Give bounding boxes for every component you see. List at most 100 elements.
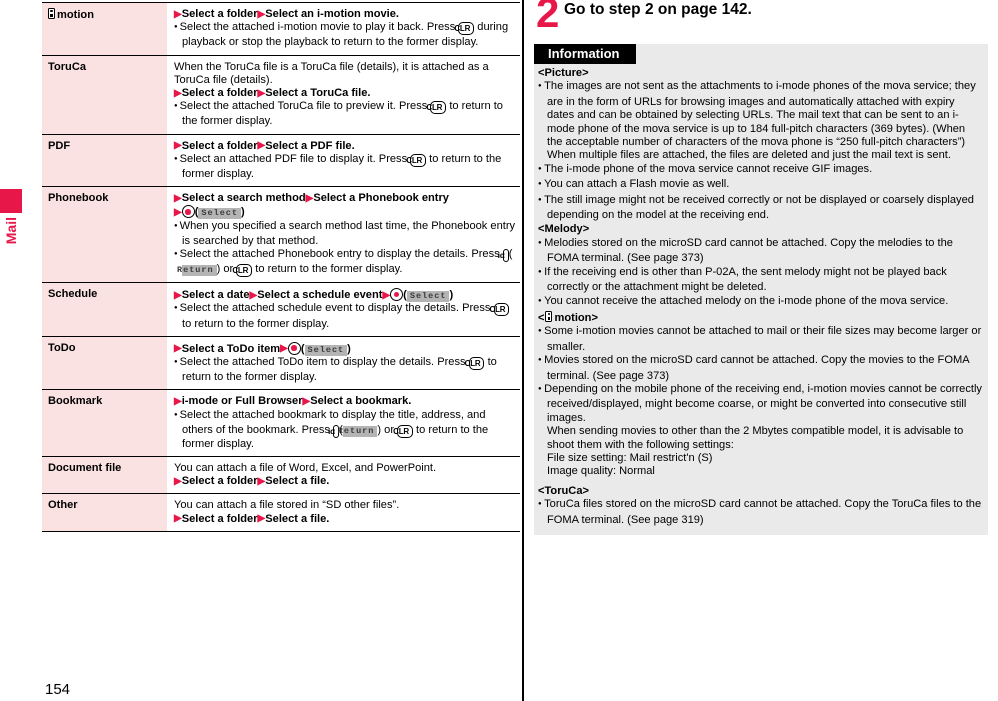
step-arrow-icon: ▶ — [174, 192, 182, 204]
info-section-title: <Melody> — [538, 223, 590, 236]
softkey-label: Return — [338, 425, 378, 437]
operation-steps-key: ▶(Select) — [174, 205, 245, 220]
table-row: Other You can attach a file stored in “SD… — [42, 493, 520, 532]
step-arrow-icon: ▶ — [249, 289, 258, 301]
operation-steps: ▶Select a date▶Select a schedule event▶(… — [174, 288, 454, 303]
attachment-type-description: You can attach a file stored in “SD othe… — [167, 493, 520, 532]
attachment-type-description: ▶Select a search method▶Select a Phonebo… — [167, 186, 520, 283]
step-arrow-icon: ▶ — [280, 343, 288, 355]
attachment-type-name: Document file — [42, 456, 167, 494]
info-section-title: <Picture> — [538, 67, 589, 79]
info-bullet: Movies stored on the microSD card cannot… — [538, 354, 982, 383]
softkey-label: Select — [406, 291, 450, 303]
step-arrow-icon: ▶ — [174, 513, 182, 525]
operation-steps: ▶Select a folder▶Select a ToruCa file. — [174, 87, 371, 100]
table-row: Phonebook ▶Select a search method▶Select … — [42, 186, 520, 283]
note-bullet: Select the attached i-motion movie to pl… — [174, 21, 516, 49]
step-arrow-icon: ▶ — [174, 395, 182, 407]
i-motion-icon — [545, 310, 553, 322]
column-divider — [522, 0, 524, 701]
table-row: Document file You can attach a file of Wo… — [42, 456, 520, 494]
info-bullet: The i-mode phone of the mova service can… — [538, 163, 982, 178]
attachment-type-name: Other — [42, 493, 167, 532]
softkey-label: Return — [177, 265, 217, 277]
note-bullet: Select an attached PDF file to display i… — [174, 153, 516, 181]
note-bullet: Select the attached schedule event to di… — [174, 302, 516, 330]
info-section-title: <ToruCa> — [538, 484, 589, 497]
info-bullet: You cannot receive the attached melody o… — [538, 295, 982, 310]
operation-steps: ▶Select a search method▶Select a Phonebo… — [174, 192, 449, 205]
info-bullet: Depending on the mobile phone of the rec… — [538, 383, 982, 425]
operation-steps: ▶Select a folder▶Select a file. — [174, 512, 330, 525]
clr-key-icon: CLR — [454, 22, 475, 36]
info-bullet: Some i-motion movies cannot be attached … — [538, 325, 982, 354]
info-continuation: Image quality: Normal — [547, 465, 655, 478]
step-number: 2 — [536, 0, 560, 36]
note-bullet: When you specified a search method last … — [174, 220, 516, 248]
right-column: 2 Go to step 2 on page 142. — [536, 0, 988, 42]
operation-steps: ▶Select a folder▶Select an i-motion movi… — [174, 8, 400, 20]
attachment-type-description: ▶Select a folder▶Select a PDF file.Selec… — [167, 133, 520, 187]
attachment-type-description: ▶Select a date▶Select a schedule event▶(… — [167, 282, 520, 337]
table-row: motion ▶Select a folder▶Select an i-motio… — [42, 2, 520, 56]
step-arrow-icon: ▶ — [382, 289, 391, 301]
attachment-type-name: PDF — [42, 133, 167, 187]
step-title: Go to step 2 on page 142. — [564, 1, 752, 18]
table-row: Bookmark ▶i-mode or Full Browser▶Select a… — [42, 389, 520, 457]
step-arrow-icon: ▶ — [305, 192, 314, 204]
step-heading: 2 Go to step 2 on page 142. — [536, 0, 988, 42]
attachment-type-name: ToDo — [42, 335, 167, 390]
description-text: When the ToruCa file is a ToruCa file (d… — [174, 60, 489, 86]
info-continuation: File size setting: Mail restrict'n (S) — [547, 451, 713, 464]
step-arrow-icon: ▶ — [257, 475, 266, 487]
info-continuation: When multiple files are attached, the fi… — [547, 149, 951, 162]
step-arrow-icon: ▶ — [174, 206, 182, 218]
side-tab-label: Mail — [3, 217, 19, 245]
attachment-type-name: motion — [42, 2, 167, 56]
step-arrow-icon: ▶ — [257, 513, 266, 525]
operation-steps: ▶Select a ToDo item▶(Select) — [174, 341, 351, 356]
clr-key-icon: CLR — [406, 153, 427, 167]
information-header: Information — [534, 44, 636, 64]
info-bullet: You can attach a Flash movie as well. — [538, 178, 982, 193]
step-arrow-icon: ▶ — [302, 395, 311, 407]
center-select-key-icon — [390, 288, 404, 302]
attachment-types-table: motion ▶Select a folder▶Select an i-motio… — [42, 2, 520, 532]
step-arrow-icon: ▶ — [257, 140, 266, 152]
note-bullet: Select the attached ToDo item to display… — [174, 356, 516, 384]
info-continuation: When sending movies to other than the 2 … — [547, 425, 964, 451]
step-arrow-icon: ▶ — [257, 8, 266, 20]
center-select-key-icon — [181, 205, 195, 219]
step-arrow-icon: ▶ — [174, 343, 182, 355]
table-row: Schedule ▶Select a date▶Select a schedule… — [42, 282, 520, 337]
ir-key-icon: iα — [498, 249, 509, 263]
attachment-type-name: Schedule — [42, 282, 167, 337]
info-bullet: If the receiving end is other than P-02A… — [538, 266, 982, 295]
i-motion-icon — [48, 8, 55, 19]
attachment-type-description: When the ToruCa file is a ToruCa file (d… — [167, 54, 520, 135]
note-bullet: Select the attached Phonebook entry to d… — [174, 248, 516, 278]
attachment-type-description: ▶Select a ToDo item▶(Select)Select the a… — [167, 335, 520, 390]
document-page: Mail 154 motion ▶Select a folder▶Select a… — [0, 0, 998, 701]
information-panel: <Picture>The images are not sent as the … — [534, 44, 988, 535]
step-arrow-icon: ▶ — [174, 475, 182, 487]
table-row: PDF▶Select a folder▶Select a PDF file.Se… — [42, 133, 520, 187]
step-arrow-icon: ▶ — [257, 87, 266, 99]
info-section-title: < motion> — [538, 310, 598, 324]
table-row: ToruCa When the ToruCa file is a ToruCa f… — [42, 54, 520, 135]
info-bullet: The images are not sent as the attachmen… — [538, 80, 982, 149]
page-number: 154 — [45, 681, 71, 698]
operation-steps: ▶Select a folder▶Select a file. — [174, 475, 330, 488]
operation-steps: ▶i-mode or Full Browser▶Select a bookmar… — [174, 395, 412, 408]
softkey-label: Select — [198, 208, 242, 220]
side-tab-color-block — [0, 189, 22, 213]
step-arrow-icon: ▶ — [174, 289, 182, 301]
clr-key-icon: CLR — [490, 303, 510, 317]
clr-key-icon: CLR — [465, 357, 485, 371]
attachment-type-name: ToruCa — [42, 54, 167, 135]
note-bullet: Select the attached ToruCa file to previ… — [174, 100, 516, 128]
softkey-label: Select — [304, 344, 348, 356]
description-text: You can attach a file stored in “SD othe… — [174, 499, 400, 512]
step-arrow-icon: ▶ — [174, 140, 182, 152]
attachment-type-description: You can attach a file of Word, Excel, an… — [167, 456, 520, 494]
